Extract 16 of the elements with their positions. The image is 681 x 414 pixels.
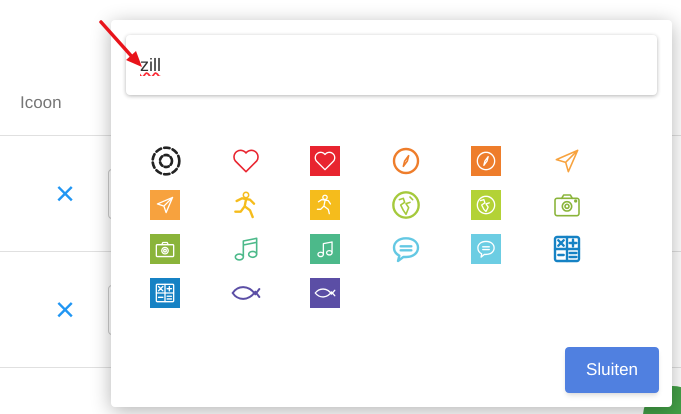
camera-icon[interactable]: [150, 234, 180, 264]
search-field[interactable]: zill: [126, 35, 657, 95]
music-note-icon[interactable]: [310, 234, 340, 264]
column-header: Icoon: [20, 92, 62, 114]
remove-button[interactable]: ×: [52, 292, 78, 326]
chat-bubble-icon[interactable]: [470, 234, 501, 264]
runner-icon[interactable]: [310, 190, 340, 220]
calculator-icon[interactable]: [150, 278, 180, 308]
paper-plane-icon[interactable]: [150, 190, 180, 220]
globe-icon[interactable]: [390, 189, 422, 221]
globe-icon[interactable]: [470, 190, 501, 220]
close-button[interactable]: Sluiten: [565, 347, 659, 393]
compass-icon[interactable]: [470, 146, 501, 176]
dashed-circle-icon[interactable]: [150, 145, 182, 177]
fish-icon[interactable]: [310, 278, 340, 308]
remove-button[interactable]: ×: [52, 176, 78, 210]
